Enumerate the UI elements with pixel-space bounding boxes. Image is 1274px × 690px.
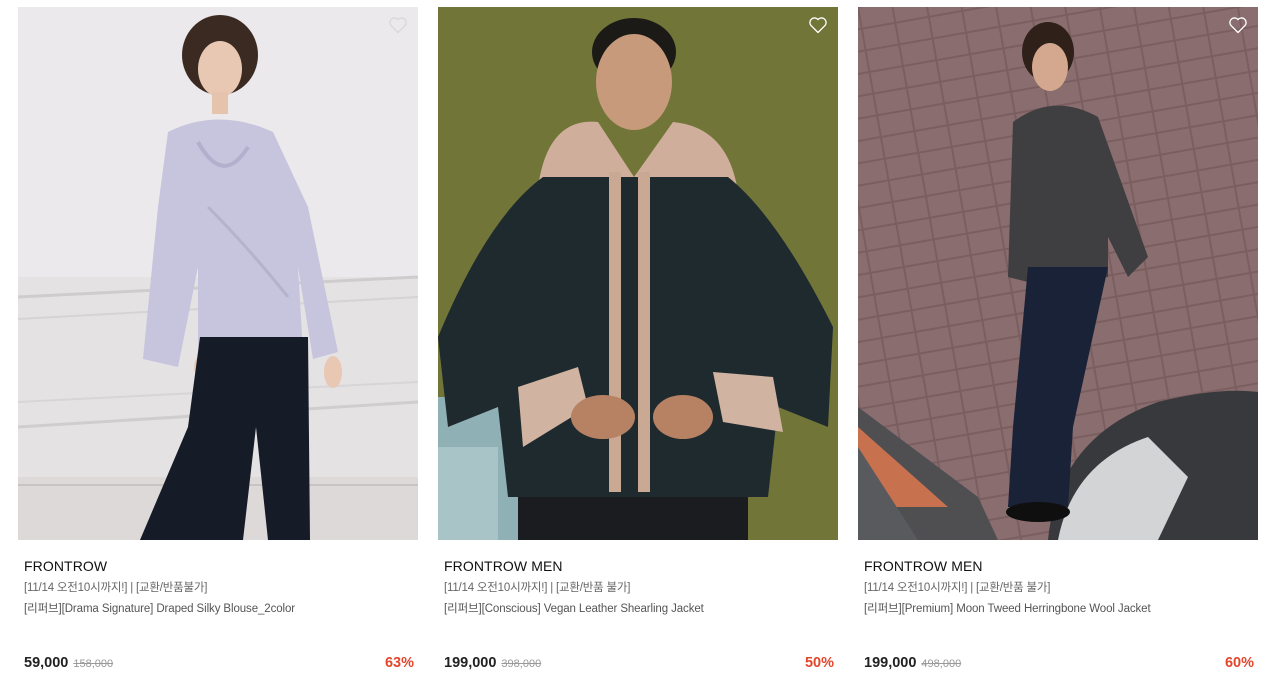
- brand-name[interactable]: FRONTROW: [24, 557, 412, 575]
- product-grid: FRONTROW [11/14 오전10시까지!] | [교환/반품불가] [리…: [18, 7, 1258, 671]
- price-row: 199,000 398,000 50%: [444, 655, 834, 675]
- promo-text: [11/14 오전10시까지!] | [교환/반품 불가]: [444, 582, 631, 594]
- product-card[interactable]: FRONTROW MEN [11/14 오전10시까지!] | [교환/반품 불…: [858, 7, 1258, 671]
- product-image[interactable]: [18, 7, 418, 540]
- promo-text: [11/14 오전10시까지!] | [교환/반품 불가]: [864, 582, 1051, 594]
- product-name[interactable]: [리퍼브][Conscious] Vegan Leather Shearling…: [444, 601, 832, 617]
- discount-rate: 50%: [804, 655, 834, 671]
- brand-name[interactable]: FRONTROW MEN: [864, 557, 1252, 575]
- product-photo-shearling-jacket: [438, 7, 838, 540]
- discount-rate: 60%: [1224, 655, 1254, 671]
- sale-price: 59,000: [24, 655, 69, 671]
- product-image[interactable]: [438, 7, 838, 540]
- sale-price: 199,000: [444, 655, 497, 671]
- original-price: 398,000: [501, 658, 542, 670]
- heart-outline-icon[interactable]: [388, 15, 408, 35]
- product-name[interactable]: [리퍼브][Premium] Moon Tweed Herringbone Wo…: [864, 601, 1252, 617]
- original-price: 498,000: [921, 658, 962, 670]
- price-row: 59,000 158,000 63%: [24, 655, 414, 675]
- discount-rate: 63%: [384, 655, 414, 671]
- heart-outline-icon[interactable]: [808, 15, 828, 35]
- product-card[interactable]: FRONTROW MEN [11/14 오전10시까지!] | [교환/반품 불…: [438, 7, 838, 671]
- sale-price: 199,000: [864, 655, 917, 671]
- product-card[interactable]: FRONTROW [11/14 오전10시까지!] | [교환/반품불가] [리…: [18, 7, 418, 671]
- heart-outline-icon[interactable]: [1228, 15, 1248, 35]
- original-price: 158,000: [73, 658, 114, 670]
- product-photo-tweed-jacket: [858, 7, 1258, 540]
- promo-text: [11/14 오전10시까지!] | [교환/반품불가]: [24, 582, 208, 594]
- product-name[interactable]: [리퍼브][Drama Signature] Draped Silky Blou…: [24, 601, 412, 617]
- price-row: 199,000 498,000 60%: [864, 655, 1254, 675]
- brand-name[interactable]: FRONTROW MEN: [444, 557, 832, 575]
- product-image[interactable]: [858, 7, 1258, 540]
- product-photo-blouse: [18, 7, 418, 540]
